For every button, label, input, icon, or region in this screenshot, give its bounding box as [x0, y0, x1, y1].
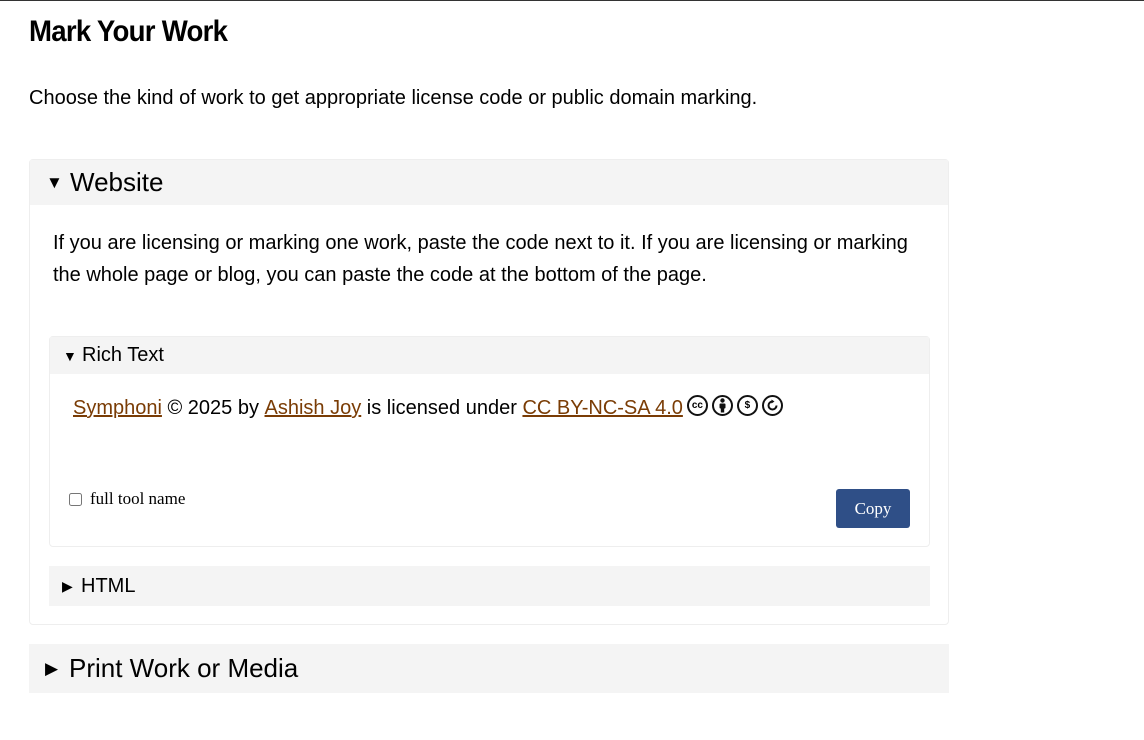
triangle-right-icon: ▶ [45, 658, 59, 678]
page-intro: Choose the kind of work to get appropria… [29, 87, 758, 109]
licensed-under-text: is licensed under [361, 397, 523, 419]
website-body: If you are licensing or marking one work… [30, 205, 948, 311]
rich-text-label: Rich Text [82, 344, 164, 366]
rich-text-accordion: ▼ Rich Text Symphoni © 2025 by Ashish Jo… [49, 336, 930, 547]
full-tool-name-label: full tool name [90, 489, 186, 508]
full-tool-name-option[interactable]: full tool name [69, 489, 185, 509]
print-accordion-header[interactable]: ▶ Print Work or Media [29, 644, 949, 693]
triangle-down-icon: ▼ [46, 172, 63, 192]
license-link[interactable]: CC BY-NC-SA 4.0 [522, 397, 682, 420]
attribution-text: Symphoni © 2025 by Ashish Joy is license… [73, 395, 783, 420]
copyright-text: © 2025 by [161, 397, 265, 419]
triangle-right-icon: ▶ [62, 577, 73, 594]
full-tool-name-checkbox[interactable] [69, 492, 82, 506]
license-icons: cc $ [686, 395, 783, 416]
copy-button[interactable]: Copy [836, 489, 910, 528]
rich-text-accordion-header[interactable]: ▼ Rich Text [50, 337, 929, 374]
cc-icon: cc [686, 395, 708, 416]
html-accordion: ▶ HTML [49, 566, 930, 606]
website-accordion: ▼ Website If you are licensing or markin… [29, 159, 949, 625]
print-accordion: ▶ Print Work or Media [29, 644, 949, 693]
website-description: If you are licensing or marking one work… [53, 232, 908, 286]
work-title-link[interactable]: Symphoni [73, 397, 162, 420]
nc-icon: $ [736, 395, 758, 416]
sa-icon [761, 395, 783, 416]
triangle-down-icon: ▼ [63, 347, 77, 364]
page-title: Mark Your Work [29, 15, 228, 48]
author-link[interactable]: Ashish Joy [265, 397, 362, 420]
html-label: HTML [81, 574, 136, 597]
html-accordion-header[interactable]: ▶ HTML [49, 566, 930, 606]
website-accordion-header[interactable]: ▼ Website [30, 160, 948, 205]
print-label: Print Work or Media [69, 653, 299, 683]
by-icon [711, 395, 733, 416]
website-label: Website [70, 167, 164, 197]
